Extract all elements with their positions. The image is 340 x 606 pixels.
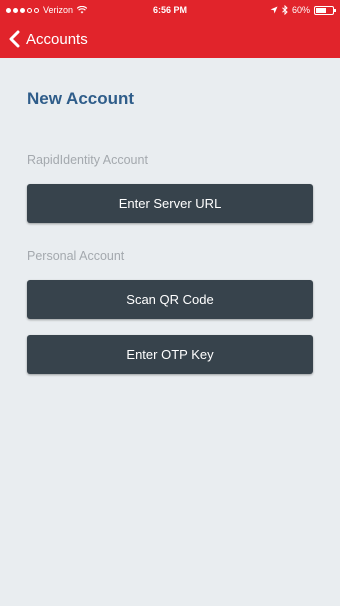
- battery-icon: [314, 5, 336, 15]
- navigation-bar: Accounts: [0, 20, 340, 58]
- back-button[interactable]: Accounts: [0, 20, 88, 58]
- enter-server-url-button[interactable]: Enter Server URL: [27, 184, 313, 223]
- main-content: New Account RapidIdentity Account Enter …: [0, 58, 340, 606]
- location-arrow-icon: [270, 6, 278, 14]
- battery-percent: 60%: [291, 5, 310, 15]
- status-bar: Verizon 6:56 PM 60%: [0, 0, 340, 20]
- chevron-left-icon: [9, 30, 20, 48]
- section-label-rapididentity: RapidIdentity Account: [27, 153, 148, 167]
- back-button-label: Accounts: [26, 30, 88, 48]
- section-label-personal: Personal Account: [27, 249, 125, 263]
- page-title: New Account: [27, 89, 135, 108]
- bluetooth-icon: [282, 5, 288, 15]
- scan-qr-code-button[interactable]: Scan QR Code: [27, 280, 313, 319]
- enter-otp-key-button[interactable]: Enter OTP Key: [27, 335, 313, 374]
- battery-fill: [316, 7, 326, 13]
